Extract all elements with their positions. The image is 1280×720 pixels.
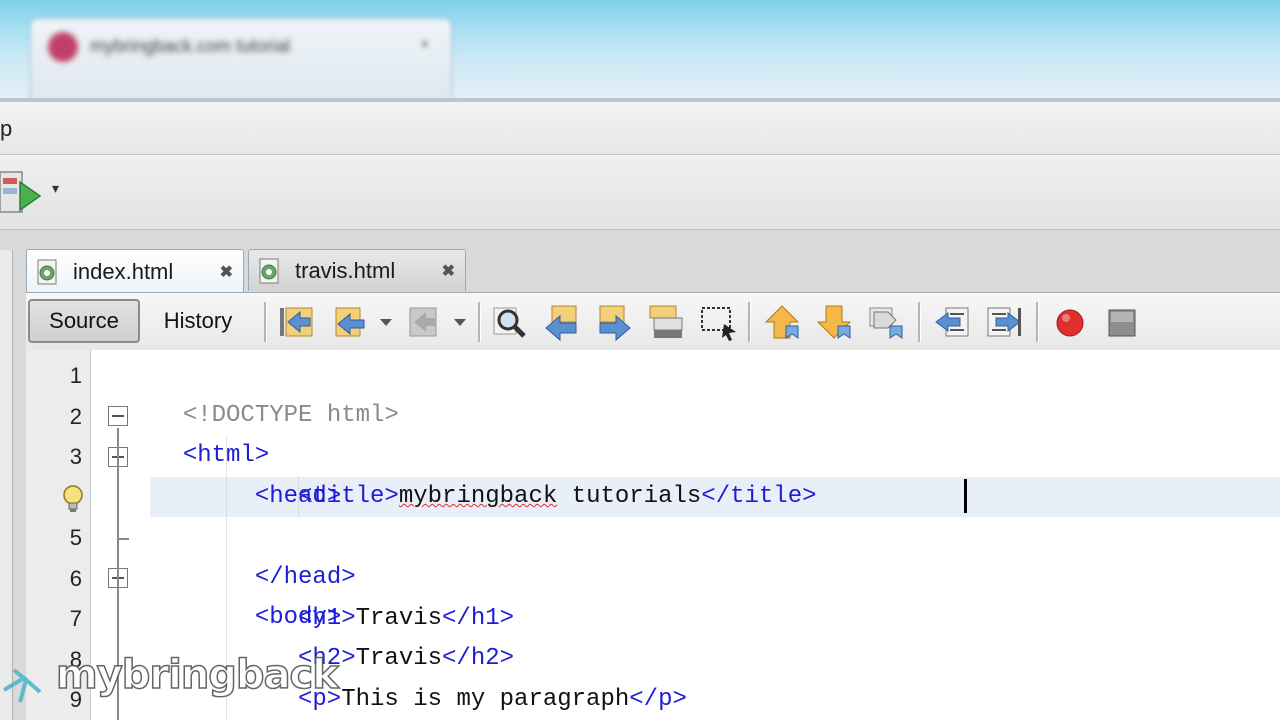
hint-lightbulb-icon[interactable]: [60, 484, 86, 514]
run-project-icon[interactable]: [0, 168, 46, 218]
record-macro-icon[interactable]: [1050, 302, 1090, 342]
tab-travis-html[interactable]: travis.html ✖: [248, 249, 466, 291]
code-line[interactable]: <h1>Travis</h1>: [298, 599, 514, 639]
html-file-icon: [259, 258, 279, 283]
shift-line-right-icon[interactable]: [984, 302, 1024, 342]
toolbar-separator: [748, 302, 751, 342]
toggle-highlight-icon[interactable]: [646, 302, 686, 342]
dropdown-icon[interactable]: [450, 302, 470, 342]
code-line[interactable]: <p>This is my paragraph</p>: [298, 680, 687, 720]
browser-tab[interactable]: [30, 18, 452, 101]
last-edit-icon[interactable]: [330, 302, 370, 342]
tab-close-icon[interactable]: ✖: [220, 262, 233, 282]
find-icon[interactable]: [490, 302, 530, 342]
fold-end-marker: [117, 538, 129, 540]
line-number: 1: [69, 363, 82, 388]
next-edit-icon[interactable]: [404, 302, 444, 342]
code-token: </h2>: [442, 645, 515, 672]
code-token: Travis: [355, 605, 443, 632]
code-line[interactable]: <title>mybringback tutorials</title>: [298, 477, 817, 517]
line-number: 2: [69, 404, 82, 429]
fold-toggle-icon[interactable]: [108, 406, 128, 426]
browser-tab-close-icon[interactable]: ×: [420, 36, 429, 54]
code-line[interactable]: <!DOCTYPE html>: [154, 356, 399, 429]
line-number: 5: [69, 525, 82, 550]
code-token: </h1>: [442, 605, 515, 632]
tab-index-html[interactable]: index.html ✖: [26, 249, 244, 293]
stop-macro-icon[interactable]: [1102, 302, 1142, 342]
code-token: </p>: [629, 686, 687, 713]
line-number: 7: [69, 606, 82, 631]
text-caret: [964, 479, 967, 513]
toolbar-separator: [918, 302, 921, 342]
shift-line-left-icon[interactable]: [932, 302, 972, 342]
watermark-text: mybringback: [55, 651, 339, 699]
rectangular-selection-icon[interactable]: [698, 302, 738, 342]
code-token: tutorials: [557, 483, 702, 510]
find-next-icon[interactable]: [594, 302, 634, 342]
code-token: <title>: [298, 483, 399, 510]
code-line[interactable]: <body>: [226, 558, 341, 631]
toggle-bookmark-icon[interactable]: [866, 302, 906, 342]
toolbar-separator: [1036, 302, 1039, 342]
dropdown-icon[interactable]: [376, 302, 396, 342]
source-button[interactable]: Source: [28, 299, 140, 343]
menu-item-help[interactable]: p: [0, 116, 12, 142]
toolbar-separator: [264, 302, 267, 342]
history-button[interactable]: History: [146, 299, 250, 343]
code-token-misspelled: mybringback: [398, 483, 558, 510]
toolbar-separator: [478, 302, 481, 342]
tab-close-icon[interactable]: ✖: [442, 261, 455, 281]
line-number: 3: [69, 444, 82, 469]
code-token: </title>: [701, 483, 817, 510]
next-bookmark-icon[interactable]: [814, 302, 854, 342]
code-token: Travis: [355, 645, 443, 672]
code-line[interactable]: </head>: [226, 518, 356, 591]
run-dropdown-icon[interactable]: ▾: [52, 180, 59, 197]
back-icon[interactable]: [276, 302, 316, 342]
menubar: [0, 102, 1280, 155]
tab-label: index.html: [73, 258, 174, 284]
tab-label: travis.html: [295, 257, 396, 283]
browser-favicon-icon: [48, 32, 78, 62]
html-file-icon: [37, 259, 57, 284]
line-number: 6: [69, 566, 82, 591]
code-line[interactable]: <head>: [226, 437, 341, 510]
code-line[interactable]: <html>: [154, 396, 269, 469]
code-token: <h1>: [298, 605, 356, 632]
find-previous-icon[interactable]: [542, 302, 582, 342]
browser-tab-title: mybringback.com tutorial: [90, 36, 291, 56]
main-toolbar: [0, 155, 1280, 230]
previous-bookmark-icon[interactable]: [762, 302, 802, 342]
code-token: This is my paragraph: [341, 686, 630, 713]
